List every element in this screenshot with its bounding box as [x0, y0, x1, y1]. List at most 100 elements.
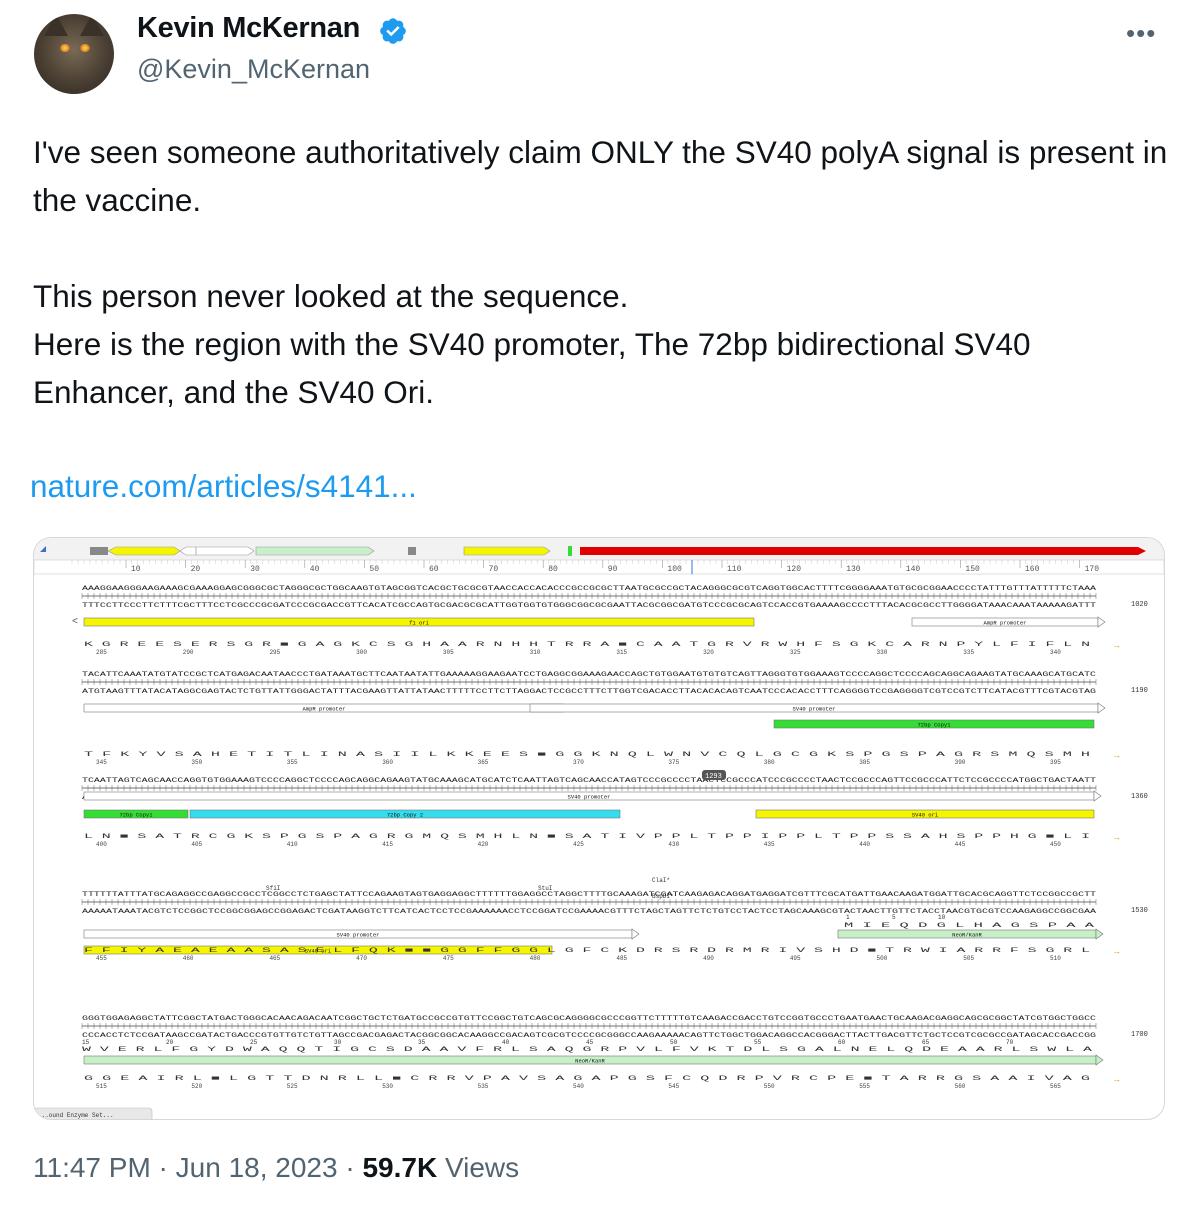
aa-number: 480: [530, 955, 541, 962]
overview-feature: [255, 546, 375, 556]
aa-number: 360: [382, 759, 393, 766]
ruler-tick-label: 130: [846, 565, 861, 574]
aa-number: 395: [1050, 759, 1061, 766]
aa-number: 415: [382, 841, 393, 848]
aa-translation: G G E A I R L ■ L G T T D N R L L ■ C R …: [84, 1075, 1090, 1082]
aa-number: 435: [764, 841, 775, 848]
feature-arrow: [1097, 702, 1106, 714]
aa-translation: K G R E E S E R S G R ■ G A G K C S G H …: [84, 641, 1090, 648]
overview-feature: [463, 546, 551, 556]
aa-number: 555: [859, 1083, 870, 1090]
dna-bottom-strand: TTTCCTTCCCTTCTTTCGCTTTCCTCGCCCGCGATCCCGC…: [82, 602, 1096, 609]
aa-number: 520: [191, 1083, 202, 1090]
ruler-tick-label: 80: [548, 565, 558, 574]
aa-translation: T F K Y V S A H E T I T L I N A S I I L …: [84, 751, 1090, 758]
aa-number: 460: [183, 955, 194, 962]
neo-aa-number: 65: [922, 1039, 930, 1046]
feature-label: SV40 ori: [912, 812, 939, 819]
tweet-text: I've seen someone authoritatively claim …: [33, 134, 1168, 410]
aa-number: 565: [1050, 1083, 1061, 1090]
row-arrow-icon: →: [1114, 833, 1120, 843]
position-badge-label: 1293: [705, 773, 722, 781]
neo-aa-number: 5: [892, 914, 896, 921]
overview-feature: [568, 546, 572, 556]
feature-label: SV40 promoter: [793, 706, 836, 713]
neo-aa-number: 10: [938, 914, 946, 921]
feature-label: NeoR/KanR: [952, 932, 982, 939]
neo-aa-number: 1: [846, 914, 850, 921]
neo-aa-number: 25: [250, 1039, 258, 1046]
aa-number: 330: [877, 649, 888, 656]
author-handle[interactable]: @Kevin_McKernan: [137, 54, 370, 85]
author-name[interactable]: Kevin McKernan: [137, 12, 360, 45]
row-arrow-icon: →: [1114, 947, 1120, 957]
more-options-icon[interactable]: •••: [1126, 18, 1156, 49]
ruler-tick-label: 20: [191, 565, 201, 574]
neo-aa-number: 35: [418, 1039, 426, 1046]
row-arrow-icon: →: [1114, 641, 1120, 651]
neo-aa-translation: W V E R L F G Y D W A Q Q T I G C S D A …: [82, 1046, 1093, 1053]
aa-number: 380: [764, 759, 775, 766]
feature-label: SV40 promoter: [568, 794, 611, 801]
aa-number: 440: [859, 841, 870, 848]
aa-number: 515: [96, 1083, 107, 1090]
aa-number: 320: [703, 649, 714, 656]
neo-aa-number: 20: [166, 1039, 174, 1046]
ruler: [34, 559, 1164, 575]
dna-bottom-strand: CCCACCTCTCCGATAAGCCGATACTGACCCGTGTTGTCTG…: [82, 1032, 1096, 1039]
aa-number: 535: [478, 1083, 489, 1090]
feature-label: NeoR/KanR: [575, 1058, 605, 1065]
ruler-tick-label: 10: [131, 565, 141, 574]
aa-number: 390: [955, 759, 966, 766]
sequence-map: 10 20 30 40 50 60 70 80 90 100 110 120 130 140 150 160 1…: [34, 538, 1164, 1119]
aa-translation: F F I Y A E A E A A S A S E L F Q K ■ ■ …: [84, 947, 1090, 954]
aa-number: 295: [269, 649, 280, 656]
aa-number: 550: [764, 1083, 775, 1090]
article-link[interactable]: nature.com/articles/s4141...: [30, 468, 417, 505]
neo-aa-number: 60: [838, 1039, 846, 1046]
aa-number: 525: [287, 1083, 298, 1090]
aa-number: 370: [573, 759, 584, 766]
sequence-index: 1700: [1131, 1031, 1148, 1039]
feature-label: AmpR promoter: [984, 620, 1027, 627]
ruler-tick-label: 110: [727, 565, 742, 574]
tweet-media-image[interactable]: 10 20 30 40 50 60 70 80 90 100 110 120 130 140 150 160 1…: [33, 537, 1165, 1120]
feature-arrow: [1095, 928, 1104, 940]
aa-number: 495: [790, 955, 801, 962]
overview-feature: [580, 547, 1146, 555]
ruler-tick-label: 90: [608, 565, 618, 574]
dna-top-strand: TTTTTTATTTATGCAGAGGCCGAGGCCGCCTCGGCCTCTG…: [82, 891, 1096, 898]
aa-number: 485: [616, 955, 627, 962]
aa-number: 490: [703, 955, 714, 962]
aa-number: 315: [616, 649, 627, 656]
aa-translation: L N ■ S A T R C G K S P G S P A G R G M …: [84, 833, 1090, 840]
neo-aa-number: 50: [670, 1039, 678, 1046]
neo-aa-number: 30: [334, 1039, 342, 1046]
avatar[interactable]: [34, 14, 114, 94]
overview-feature: [90, 547, 108, 555]
feature-label: 72bp Copy1: [917, 722, 951, 729]
ruler-tick-label: 140: [906, 565, 921, 574]
ruler-tick-label: 30: [250, 565, 260, 574]
tweet-timestamp[interactable]: 11:47 PM · Jun 18, 2023 ·: [33, 1152, 362, 1183]
feature-label: 72bp Copy1: [119, 812, 153, 819]
aa-number: 470: [356, 955, 367, 962]
dna-bottom-strand: ATGTAAGTTTATACATAGGCGAGTACTCTGTTATTGGGAC…: [82, 688, 1096, 695]
aa-number: 475: [443, 955, 454, 962]
avatar-eye: [80, 44, 90, 52]
views-label: Views: [437, 1152, 520, 1183]
ruler-tick-label: 70: [489, 565, 499, 574]
views-count: 59.7K: [362, 1152, 438, 1183]
feature-label: AmpR promoter: [303, 706, 346, 713]
aa-number: 510: [1050, 955, 1061, 962]
neo-aa-number: 45: [586, 1039, 594, 1046]
aa-number: 350: [191, 759, 202, 766]
sequence-index: 1190: [1131, 687, 1148, 695]
feature-arrow: [1093, 790, 1102, 802]
aa-number: 355: [287, 759, 298, 766]
aa-number: 540: [573, 1083, 584, 1090]
aa-number: 425: [573, 841, 584, 848]
feature-arrow: [1097, 616, 1106, 628]
row-arrow-icon: →: [1114, 751, 1120, 761]
aa-number: 335: [963, 649, 974, 656]
